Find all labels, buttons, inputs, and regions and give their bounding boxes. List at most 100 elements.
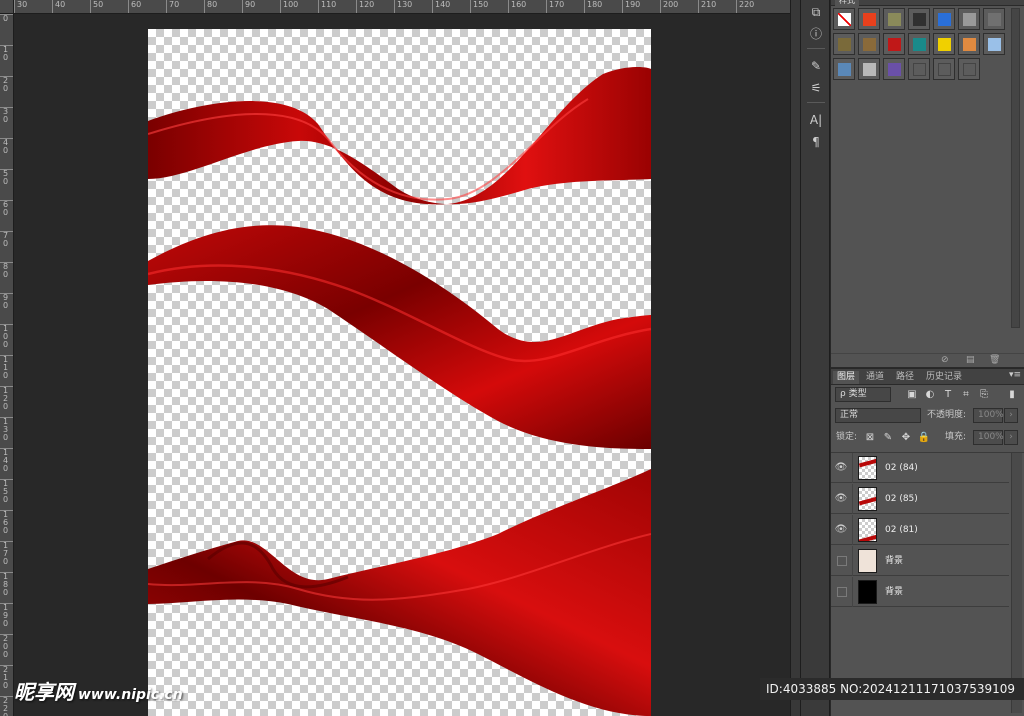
layer-row[interactable]: 👁 02 (81) <box>831 515 1009 545</box>
layer-row[interactable]: 背景 <box>831 546 1009 576</box>
ruler-tick-label: 80 <box>204 0 217 13</box>
brush-presets-icon[interactable]: ✎ <box>807 58 825 74</box>
style-swatch[interactable] <box>833 58 855 80</box>
ruler-tick-label: 40 <box>52 0 65 13</box>
history-icon[interactable]: ⧉ <box>807 4 825 20</box>
style-swatch-preview <box>913 38 926 51</box>
tab-channels[interactable]: 通道 <box>862 371 888 384</box>
tab-history[interactable]: 历史记录 <box>922 371 966 384</box>
delete-style-icon[interactable]: 🗑 <box>989 355 1000 365</box>
style-swatch[interactable] <box>858 58 880 80</box>
ruler-tick-label: 6 0 <box>0 200 13 217</box>
layer-row[interactable]: 背景 <box>831 577 1009 607</box>
filter-type-select[interactable]: ρ 类型 <box>835 387 891 402</box>
style-swatch[interactable] <box>933 58 955 80</box>
new-style-icon[interactable]: ▤ <box>966 355 975 365</box>
blend-mode-select[interactable]: 正常 <box>835 408 921 423</box>
visibility-toggle[interactable] <box>837 587 847 597</box>
canvas-workspace[interactable] <box>15 15 790 716</box>
ruler-tick-label: 190 <box>622 0 640 13</box>
paragraph-icon[interactable]: ¶ <box>807 134 825 150</box>
adjustment-filter-icon[interactable]: ◐ <box>923 388 937 402</box>
ruler-tick-label: 0 <box>0 14 13 23</box>
tab-paths[interactable]: 路径 <box>892 371 918 384</box>
eye-icon[interactable]: 👁 <box>834 523 848 537</box>
ruler-tick-label: 1 4 0 <box>0 448 13 473</box>
layer-thumbnail[interactable] <box>858 487 877 511</box>
layer-divider <box>852 453 853 483</box>
layer-thumbnail[interactable] <box>858 456 877 480</box>
style-swatch[interactable] <box>858 8 880 30</box>
lock-position-icon[interactable]: ✥ <box>899 431 913 445</box>
style-swatch[interactable] <box>958 8 980 30</box>
photoshop-window: 30 40 50 60 70 80 90 100 110 120 130 140 150 160 170 18… <box>0 0 1024 716</box>
vertical-ruler[interactable]: 0 1 0 2 0 3 0 4 0 5 0 6 0 7 0 8 0 9 0 1 0 0 1 1 0 1 … <box>0 14 14 716</box>
style-swatch-preview <box>888 63 901 76</box>
style-swatch[interactable] <box>833 33 855 55</box>
style-swatch[interactable] <box>983 8 1005 30</box>
style-swatch[interactable] <box>958 33 980 55</box>
style-swatch-preview <box>863 38 876 51</box>
document-canvas[interactable] <box>148 29 651 716</box>
styles-tab[interactable]: 样式 <box>835 0 859 6</box>
clear-style-icon[interactable]: ⊘ <box>941 355 949 365</box>
style-swatch[interactable] <box>883 8 905 30</box>
ruler-tick-label: 220 <box>736 0 754 13</box>
lock-transparency-icon[interactable]: ⊠ <box>863 431 877 445</box>
tab-layers[interactable]: 图层 <box>833 371 860 384</box>
opacity-dropdown-icon[interactable]: › <box>1004 408 1018 423</box>
type-filter-icon[interactable]: T <box>941 388 955 402</box>
eye-icon[interactable]: 👁 <box>834 461 848 475</box>
style-swatch[interactable] <box>883 33 905 55</box>
opacity-input[interactable]: 100% <box>973 408 1004 423</box>
panel-menu-icon[interactable]: ▾≡ <box>1009 370 1021 380</box>
fill-dropdown-icon[interactable]: › <box>1004 430 1018 445</box>
style-swatch[interactable] <box>958 58 980 80</box>
layer-divider <box>852 484 853 514</box>
ruler-tick-label: 4 0 <box>0 138 13 155</box>
filter-toggle-icon[interactable]: ▮ <box>1005 388 1019 402</box>
style-swatch[interactable] <box>933 33 955 55</box>
style-swatch[interactable] <box>983 33 1005 55</box>
ruler-corner[interactable] <box>0 0 14 14</box>
style-swatch[interactable] <box>833 8 855 30</box>
layers-scrollbar[interactable] <box>1011 453 1022 713</box>
lock-pixels-icon[interactable]: ✎ <box>881 431 895 445</box>
layer-divider <box>852 546 853 576</box>
info-icon[interactable]: ⓘ <box>807 26 825 42</box>
image-filter-icon[interactable]: ▣ <box>905 388 919 402</box>
character-icon[interactable]: A| <box>807 112 825 128</box>
style-swatch[interactable] <box>858 33 880 55</box>
style-swatch[interactable] <box>883 58 905 80</box>
visibility-toggle[interactable] <box>837 556 847 566</box>
horizontal-ruler[interactable]: 30 40 50 60 70 80 90 100 110 120 130 140 150 160 170 18… <box>14 0 790 14</box>
layer-thumbnail[interactable] <box>858 549 877 573</box>
layer-row[interactable]: 👁 02 (85) <box>831 484 1009 514</box>
style-swatch[interactable] <box>933 8 955 30</box>
layer-thumbnail[interactable] <box>858 518 877 542</box>
style-swatch[interactable] <box>908 58 930 80</box>
ribbon-thumbnail-mark <box>859 534 876 541</box>
eye-icon[interactable]: 👁 <box>834 492 848 506</box>
smart-object-filter-icon[interactable]: ⎘ <box>977 388 991 402</box>
style-swatch-preview <box>838 38 851 51</box>
layer-row[interactable]: 👁 02 (84) <box>831 453 1009 483</box>
ruler-tick-label: 7 0 <box>0 231 13 248</box>
style-swatch-preview <box>988 13 1001 26</box>
style-swatch[interactable] <box>908 8 930 30</box>
ruler-tick-label: 1 1 0 <box>0 355 13 380</box>
layer-thumbnail[interactable] <box>858 580 877 604</box>
style-swatch-preview <box>888 13 901 26</box>
style-swatch[interactable] <box>908 33 930 55</box>
ruler-tick-label: 2 2 0 <box>0 696 13 716</box>
adjust-icon[interactable]: ⚟ <box>807 80 825 96</box>
ruler-tick-label: 170 <box>546 0 564 13</box>
lock-row: 锁定: ⊠ ✎ ✥ 🔒 填充: 100% › <box>831 430 1024 448</box>
fill-input[interactable]: 100% <box>973 430 1004 445</box>
shape-filter-icon[interactable]: ⌗ <box>959 388 973 402</box>
canvas-scrollbar[interactable] <box>790 0 800 716</box>
layer-divider <box>852 577 853 607</box>
lock-all-icon[interactable]: 🔒 <box>917 431 931 445</box>
styles-scrollbar[interactable] <box>1011 8 1020 328</box>
layer-name: 02 (85) <box>885 494 918 504</box>
